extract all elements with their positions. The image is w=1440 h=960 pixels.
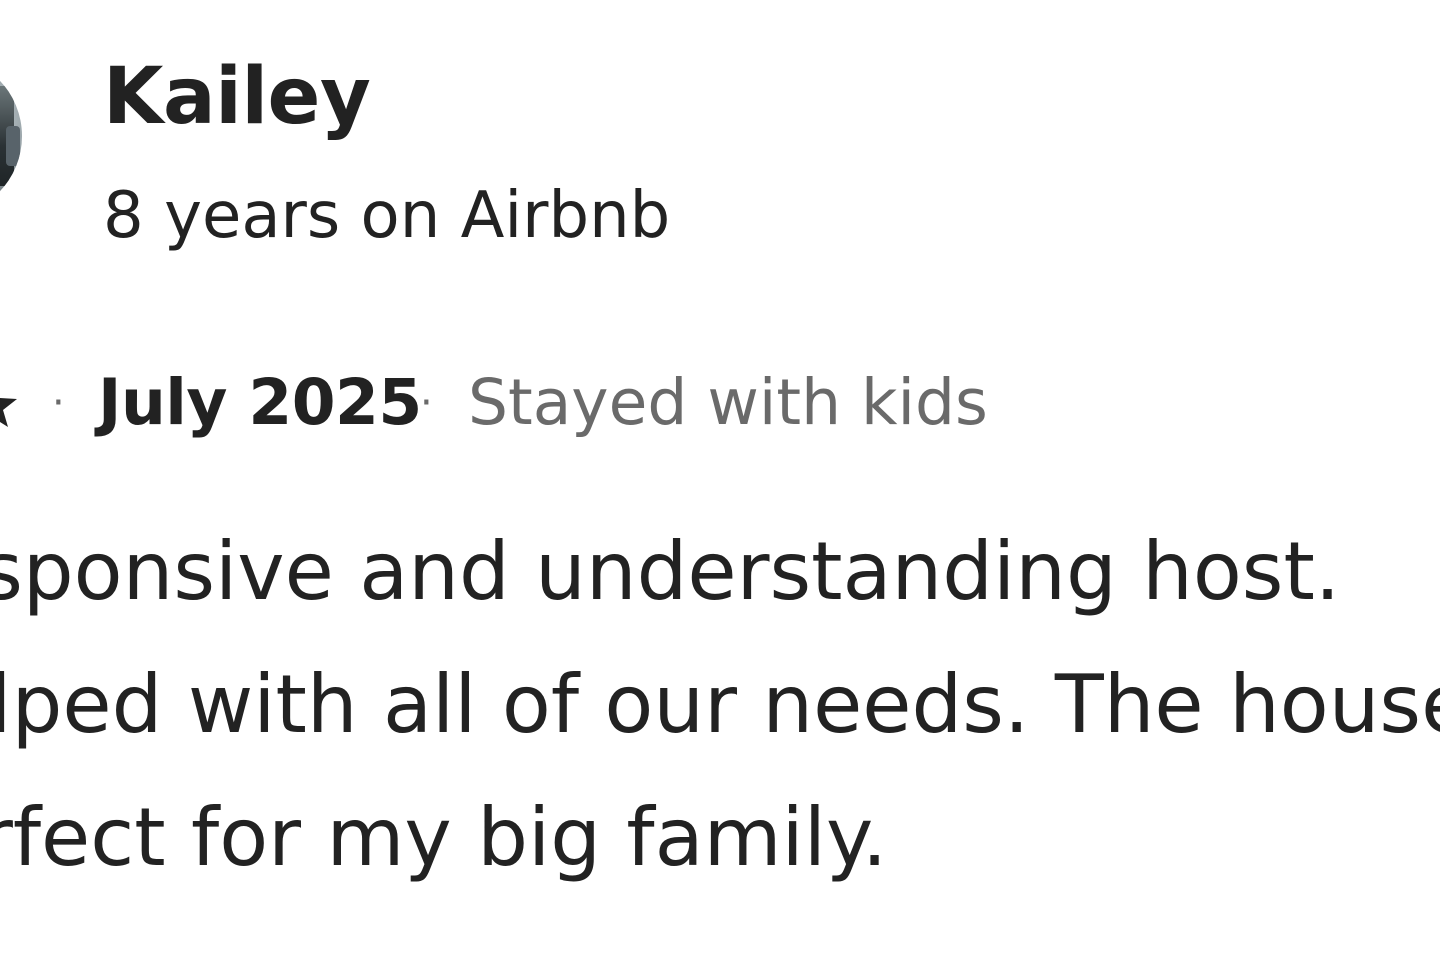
review-date: July 2025 bbox=[98, 366, 422, 439]
meta-separator: · bbox=[52, 380, 65, 426]
review-text-line: Responsive and understanding host. bbox=[0, 525, 1341, 618]
review-text-line: perfect for my big family. bbox=[0, 791, 888, 884]
review-text-line: Helped with all of our needs. The house … bbox=[0, 658, 1440, 751]
star-icon bbox=[0, 398, 17, 427]
trip-type: Stayed with kids bbox=[468, 366, 988, 439]
meta-separator: · bbox=[420, 380, 433, 426]
review-text: Responsive and understanding host. Helpe… bbox=[0, 505, 1440, 904]
reviewer-name[interactable]: Kailey bbox=[103, 58, 371, 136]
reviewer-tenure: 8 years on Airbnb bbox=[103, 179, 671, 253]
reviewer-avatar[interactable] bbox=[0, 56, 22, 216]
review-card: Kailey 8 years on Airbnb · July 2025 · S… bbox=[0, 0, 1440, 960]
